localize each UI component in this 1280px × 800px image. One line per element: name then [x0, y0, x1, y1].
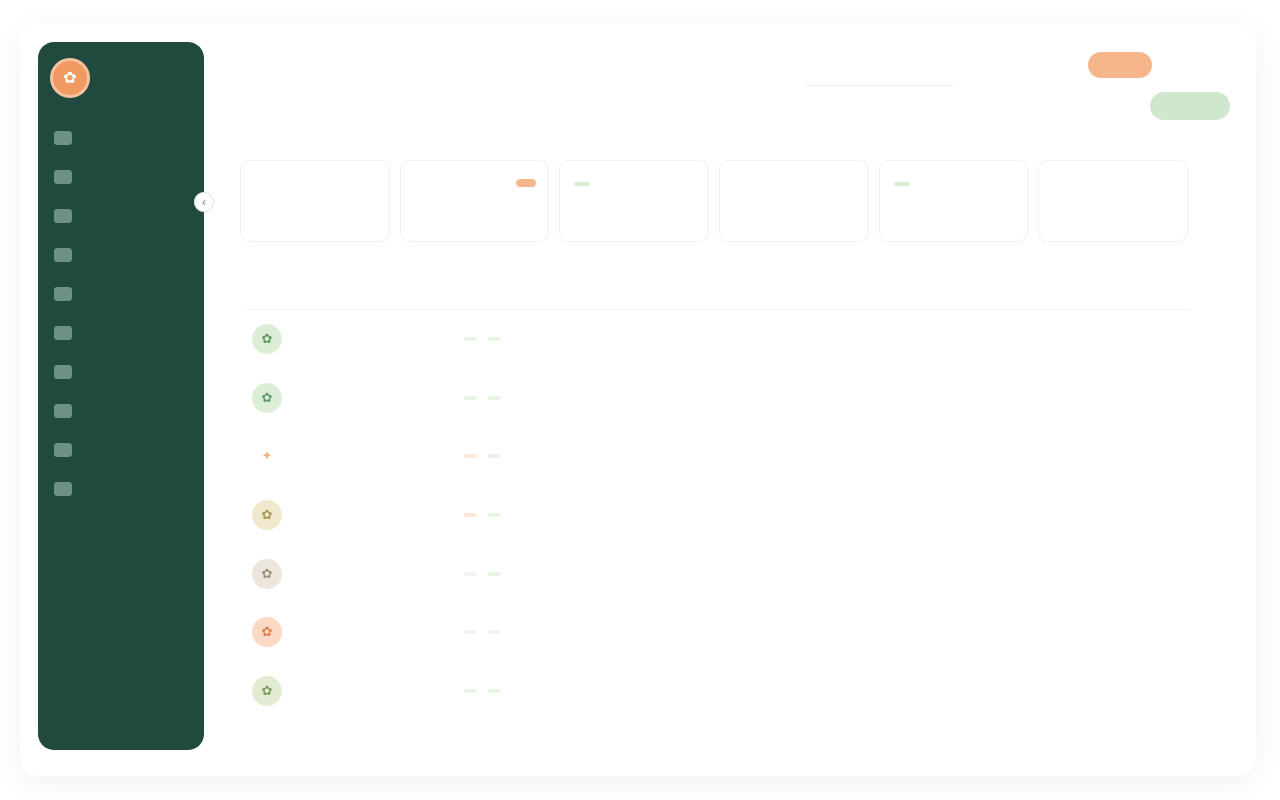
- status-chip: [488, 337, 500, 342]
- table-row[interactable]: ✿: [244, 486, 1190, 545]
- stat-card[interactable]: [559, 160, 710, 242]
- stat-card[interactable]: [399, 160, 550, 242]
- table-row[interactable]: ✿: [244, 310, 1190, 369]
- status-chip: [488, 513, 500, 518]
- product-cell: ✿: [252, 558, 464, 589]
- stat-card[interactable]: [240, 160, 390, 242]
- nav-item-icon: [54, 364, 72, 379]
- nav-item-icon: [54, 442, 72, 457]
- stat-tag: [516, 179, 537, 187]
- table-row[interactable]: ✿: [244, 662, 1190, 721]
- stats-row: [240, 160, 1189, 242]
- product-cell: ✦: [252, 441, 464, 472]
- sidebar-item[interactable]: [50, 157, 192, 196]
- product-avatar: ✿: [252, 558, 282, 589]
- product-cell: ✿: [252, 324, 464, 355]
- search-input[interactable]: [804, 60, 954, 86]
- action-button[interactable]: [1150, 92, 1230, 120]
- category-cell: [464, 337, 676, 342]
- category-chip: [464, 688, 476, 693]
- category-cell: [464, 513, 676, 518]
- nav-item-icon: [54, 403, 72, 418]
- sidebar-item[interactable]: [50, 274, 192, 313]
- nav-item-icon: [54, 247, 72, 262]
- nav-item-icon: [54, 325, 72, 340]
- status-chip: [488, 454, 500, 459]
- sidebar-item[interactable]: [50, 196, 192, 235]
- stat-card[interactable]: [719, 160, 869, 242]
- category-chip: [464, 395, 476, 400]
- category-cell: [464, 688, 676, 693]
- product-avatar: ✿: [252, 500, 282, 531]
- status-chip: [488, 571, 500, 576]
- nav-item-icon: [54, 208, 72, 223]
- category-cell: [464, 630, 676, 635]
- stat-tag: [893, 182, 910, 186]
- sidebar-item[interactable]: [50, 118, 192, 157]
- category-chip: [464, 513, 476, 518]
- table-row[interactable]: ✿: [244, 369, 1190, 428]
- sidebar-header: ✿: [50, 56, 192, 100]
- collapse-sidebar-icon[interactable]: ‹: [194, 192, 214, 212]
- table-row[interactable]: ✦: [244, 427, 1190, 486]
- product-cell: ✿: [252, 382, 464, 413]
- table-row[interactable]: ✿: [244, 603, 1190, 662]
- sidebar-item[interactable]: [50, 352, 192, 391]
- logo-icon[interactable]: ✿: [50, 58, 90, 98]
- product-cell: ✿: [252, 617, 464, 648]
- nav-item-icon: [54, 286, 72, 301]
- nav-item-icon: [54, 481, 72, 496]
- sidebar-item[interactable]: [50, 430, 192, 469]
- nav-item-icon: [54, 130, 72, 145]
- product-avatar: ✿: [252, 382, 282, 413]
- sidebar-item[interactable]: [50, 391, 192, 430]
- sidebar-item[interactable]: [50, 469, 192, 508]
- sidebar-nav: [50, 118, 192, 508]
- stat-tag: [574, 182, 591, 186]
- product-cell: ✿: [252, 675, 464, 706]
- table-row[interactable]: ✿: [244, 544, 1190, 603]
- sidebar: ✿ ‹: [38, 42, 214, 750]
- sidebar-item[interactable]: [50, 313, 192, 352]
- product-avatar: ✿: [252, 617, 282, 648]
- category-cell: [464, 571, 676, 576]
- status-chip: [488, 630, 500, 635]
- stat-card[interactable]: [878, 160, 1029, 242]
- category-chip: [464, 337, 476, 342]
- sidebar-item[interactable]: [50, 235, 192, 274]
- product-avatar: ✿: [252, 675, 282, 706]
- page-header: [222, 52, 1230, 132]
- status-chip: [488, 395, 500, 400]
- table-header: [244, 274, 1190, 310]
- category-cell: [464, 454, 676, 459]
- product-cell: ✿: [252, 500, 464, 531]
- category-cell: [464, 395, 676, 400]
- primary-pill-button[interactable]: [1088, 52, 1152, 78]
- category-chip: [464, 630, 476, 635]
- product-avatar: ✦: [252, 441, 282, 472]
- nav-item-icon: [54, 169, 72, 184]
- stat-card[interactable]: [1038, 160, 1189, 242]
- status-chip: [488, 688, 500, 693]
- category-chip: [464, 454, 476, 459]
- category-chip: [464, 571, 476, 576]
- product-avatar: ✿: [252, 324, 282, 355]
- product-table: ✿ ✿ ✦ ✿ ✿ ✿ ✿: [244, 274, 1190, 720]
